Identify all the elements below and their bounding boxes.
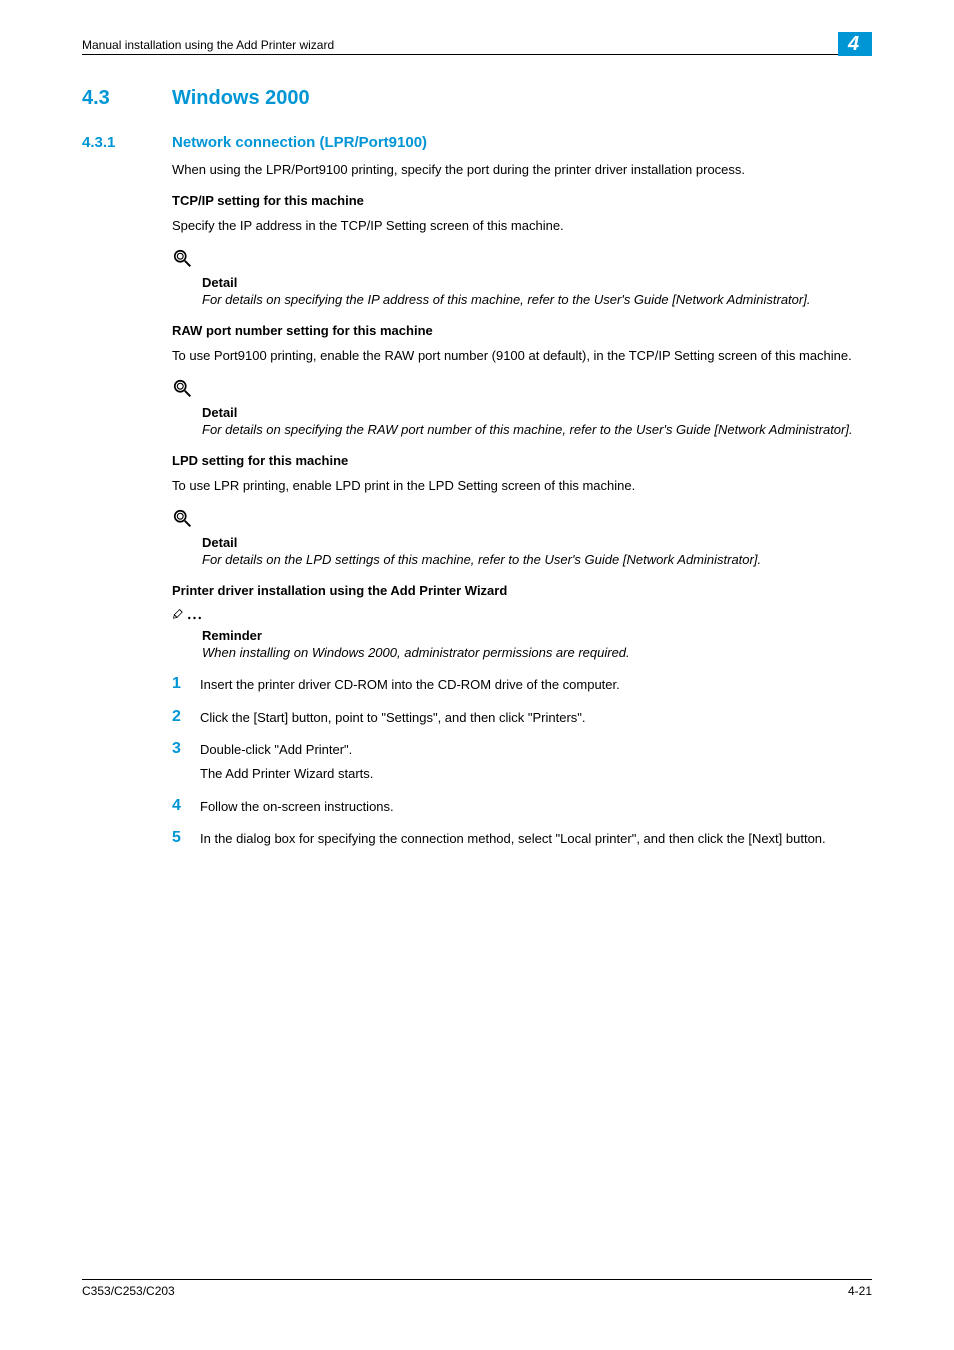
- step-item: 2 Click the [Start] button, point to "Se…: [172, 708, 872, 727]
- callout-text: For details on specifying the RAW port n…: [202, 421, 872, 439]
- paragraph: To use Port9100 printing, enable the RAW…: [172, 347, 872, 365]
- subsection-number: 4.3.1: [82, 134, 172, 151]
- step-number: 2: [172, 708, 200, 727]
- subheading-install: Printer driver installation using the Ad…: [172, 583, 872, 598]
- detail-callout: Detail For details on the LPD settings o…: [172, 508, 872, 569]
- step-item: 4 Follow the on-screen instructions.: [172, 797, 872, 816]
- callout-text: For details on specifying the IP address…: [202, 291, 872, 309]
- subheading-raw: RAW port number setting for this machine: [172, 323, 872, 338]
- step-text: In the dialog box for specifying the con…: [200, 829, 826, 848]
- paragraph: Specify the IP address in the TCP/IP Set…: [172, 217, 872, 235]
- header-title: Manual installation using the Add Printe…: [82, 38, 334, 52]
- step-main-text: Double-click "Add Printer".: [200, 741, 373, 759]
- step-number: 1: [172, 675, 200, 694]
- subsection-heading: 4.3.1 Network connection (LPR/Port9100): [82, 134, 872, 151]
- callout-label: Detail: [202, 275, 872, 290]
- paragraph: When using the LPR/Port9100 printing, sp…: [172, 161, 872, 179]
- page-footer: C353/C253/C203 4-21: [82, 1279, 872, 1298]
- step-number: 3: [172, 740, 200, 782]
- callout-label: Detail: [202, 405, 872, 420]
- step-item: 3 Double-click "Add Printer". The Add Pr…: [172, 740, 872, 782]
- chapter-number-badge: 4: [838, 32, 872, 56]
- pencil-icon: [172, 607, 872, 626]
- subheading-tcpip: TCP/IP setting for this machine: [172, 193, 872, 208]
- step-number: 5: [172, 829, 200, 848]
- section-number: 4.3: [82, 87, 172, 110]
- footer-right: 4-21: [848, 1284, 872, 1298]
- magnify-icon: [172, 508, 872, 533]
- detail-callout: Detail For details on specifying the RAW…: [172, 378, 872, 439]
- magnify-icon: [172, 248, 872, 273]
- subheading-lpd: LPD setting for this machine: [172, 453, 872, 468]
- paragraph: To use LPR printing, enable LPD print in…: [172, 477, 872, 495]
- callout-label: Detail: [202, 535, 872, 550]
- reminder-callout: Reminder When installing on Windows 2000…: [172, 607, 872, 662]
- callout-text: For details on the LPD settings of this …: [202, 551, 872, 569]
- section-heading: 4.3 Windows 2000: [82, 87, 872, 110]
- subsection-title: Network connection (LPR/Port9100): [172, 134, 427, 151]
- step-text: Follow the on-screen instructions.: [200, 797, 394, 816]
- step-text: Click the [Start] button, point to "Sett…: [200, 708, 586, 727]
- page-header: Manual installation using the Add Printe…: [82, 38, 872, 55]
- magnify-icon: [172, 378, 872, 403]
- section-title: Windows 2000: [172, 87, 310, 110]
- step-text: Double-click "Add Printer". The Add Prin…: [200, 740, 373, 782]
- step-sub-text: The Add Printer Wizard starts.: [200, 765, 373, 783]
- callout-label: Reminder: [202, 628, 872, 643]
- step-text: Insert the printer driver CD-ROM into th…: [200, 675, 620, 694]
- detail-callout: Detail For details on specifying the IP …: [172, 248, 872, 309]
- step-item: 5 In the dialog box for specifying the c…: [172, 829, 872, 848]
- step-item: 1 Insert the printer driver CD-ROM into …: [172, 675, 872, 694]
- footer-left: C353/C253/C203: [82, 1284, 175, 1298]
- callout-text: When installing on Windows 2000, adminis…: [202, 644, 872, 662]
- step-number: 4: [172, 797, 200, 816]
